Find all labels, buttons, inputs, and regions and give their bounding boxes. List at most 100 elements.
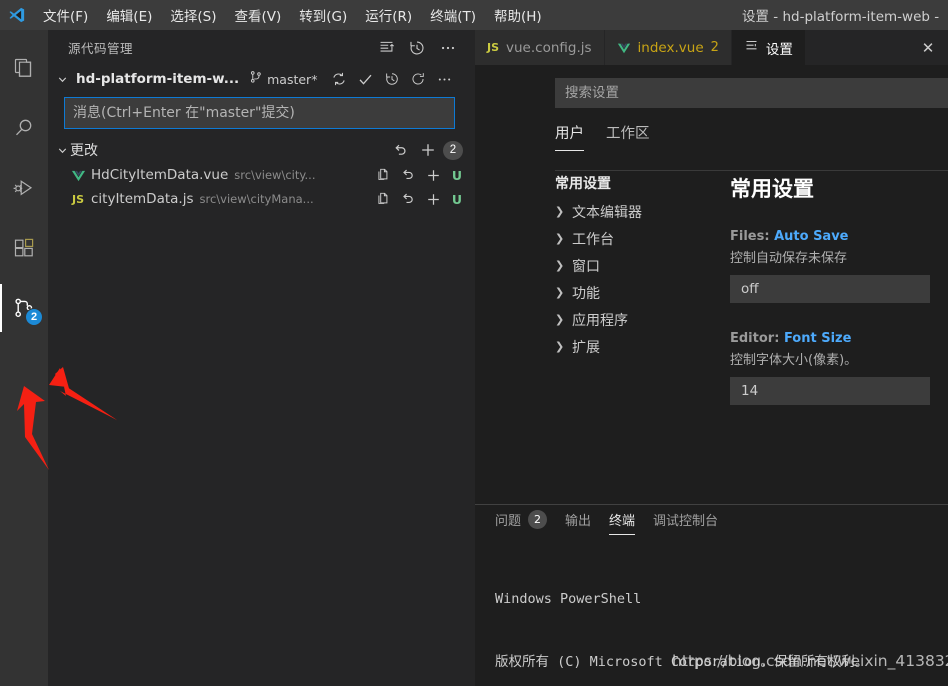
font-size-input[interactable]: 14 xyxy=(730,377,930,405)
menu-file[interactable]: 文件(F) xyxy=(34,2,97,28)
file-row-actions: U xyxy=(375,167,463,184)
stage-changes-icon[interactable] xyxy=(425,167,442,184)
panel-tab-problems[interactable]: 问题 2 xyxy=(495,510,548,535)
toc-header: 常用设置 xyxy=(555,176,611,192)
auto-save-dropdown[interactable]: off xyxy=(730,275,930,303)
setting-editor-font-size: Editor: Font Size 控制字体大小(像素)。 14 xyxy=(730,331,948,405)
toc-item-workbench[interactable]: ❯ 工作台 xyxy=(555,225,723,252)
panel-tab-debug-console[interactable]: 调试控制台 xyxy=(653,510,718,535)
file-status-badge: U xyxy=(451,167,463,183)
tab-user[interactable]: 用户 xyxy=(555,122,584,151)
menu-help[interactable]: 帮助(H) xyxy=(485,2,551,28)
file-name: HdCityItemData.vue xyxy=(91,167,229,183)
refresh-icon[interactable] xyxy=(410,71,426,87)
git-branch-icon xyxy=(249,70,263,89)
panel-tab-terminal[interactable]: 终端 xyxy=(609,510,636,535)
list-item[interactable]: HdCityItemData.vue src\view\city... U xyxy=(48,163,475,187)
repository-actions xyxy=(331,71,453,88)
setting-key: Files: Auto Save xyxy=(730,229,948,244)
tab-vue-config-js[interactable]: JS vue.config.js xyxy=(475,30,605,65)
view-as-list-icon[interactable] xyxy=(378,39,395,56)
tab-label: index.vue xyxy=(637,39,704,56)
toc-item-extensions[interactable]: ❯ 扩展 xyxy=(555,333,723,360)
tab-label: 设置 xyxy=(765,41,793,58)
branch-indicator[interactable]: master* xyxy=(249,70,317,89)
settings-list: 常用设置 Files: Auto Save 控制自动保存未保存 off Edit… xyxy=(723,173,948,433)
file-row-actions: U xyxy=(375,191,463,208)
settings-editor: 用户 工作区 常用设置 ❯ 文本编辑器 ❯ 工作台 ❯ xyxy=(475,65,948,504)
settings-divider xyxy=(555,170,948,171)
tab-index-vue[interactable]: index.vue 2 xyxy=(604,30,732,65)
sidebar-header-actions xyxy=(378,39,467,57)
sidebar-header: 源代码管理 xyxy=(48,30,475,65)
panel-tab-output[interactable]: 输出 xyxy=(565,510,591,535)
activity-item-explorer[interactable] xyxy=(0,44,48,92)
settings-icon xyxy=(744,38,759,57)
chevron-down-icon[interactable] xyxy=(54,73,70,86)
editor-area: JS vue.config.js index.vue 2 设置 ✕ 搜索设置 用… xyxy=(475,30,948,686)
setting-description: 控制字体大小(像素)。 xyxy=(730,353,858,368)
sync-icon[interactable] xyxy=(331,71,347,87)
more-actions-icon[interactable] xyxy=(436,71,453,88)
discard-all-changes-icon[interactable] xyxy=(392,142,409,159)
editor-tab-bar: JS vue.config.js index.vue 2 设置 ✕ xyxy=(475,30,948,65)
toc-item-label: 扩展 xyxy=(572,339,600,356)
tab-settings[interactable]: 设置 xyxy=(731,30,806,65)
chevron-right-icon: ❯ xyxy=(555,313,565,326)
changes-group-header[interactable]: 更改 2 xyxy=(48,137,475,163)
branch-name: master* xyxy=(267,71,318,87)
open-file-icon[interactable] xyxy=(375,191,391,207)
repository-name: hd-platform-item-w... xyxy=(76,71,240,87)
sidebar-title: 源代码管理 xyxy=(68,41,134,56)
discard-changes-icon[interactable] xyxy=(400,191,416,207)
file-path: src\view\city... xyxy=(234,168,316,182)
menu-terminal[interactable]: 终端(T) xyxy=(421,2,485,28)
changes-group-label: 更改 xyxy=(70,143,98,159)
toc-item-features[interactable]: ❯ 功能 xyxy=(555,279,723,306)
run-and-debug-icon xyxy=(12,176,36,200)
extensions-icon xyxy=(12,236,36,260)
search-input[interactable] xyxy=(555,78,948,108)
commit-message-input[interactable] xyxy=(64,97,455,129)
stage-changes-icon[interactable] xyxy=(425,191,442,208)
toc-item-text-editor[interactable]: ❯ 文本编辑器 xyxy=(555,198,723,225)
toc-item-label: 工作台 xyxy=(572,231,614,248)
menu-go[interactable]: 转到(G) xyxy=(290,2,356,28)
tab-label: vue.config.js xyxy=(506,39,592,56)
panel-tab-label: 问题 xyxy=(495,514,522,529)
toc-item-window[interactable]: ❯ 窗口 xyxy=(555,252,723,279)
discard-changes-icon[interactable] xyxy=(400,167,416,183)
title-bar: 文件(F) 编辑(E) 选择(S) 查看(V) 转到(G) 运行(R) 终端(T… xyxy=(0,0,948,30)
list-item[interactable]: JS cityItemData.js src\view\cityMana... xyxy=(48,187,475,211)
activity-bar: 2 xyxy=(0,30,48,686)
file-name: cityItemData.js xyxy=(91,191,194,207)
search-icon xyxy=(12,116,36,140)
menu-edit[interactable]: 编辑(E) xyxy=(97,2,161,28)
settings-heading: 常用设置 xyxy=(730,177,814,201)
activity-item-run-and-debug[interactable] xyxy=(0,164,48,212)
toc-item-application[interactable]: ❯ 应用程序 xyxy=(555,306,723,333)
vue-file-icon xyxy=(617,41,631,55)
commit-check-icon[interactable] xyxy=(357,71,374,88)
menu-selection[interactable]: 选择(S) xyxy=(161,2,225,28)
menu-view[interactable]: 查看(V) xyxy=(226,2,291,28)
source-control-badge: 2 xyxy=(25,308,43,326)
open-file-icon[interactable] xyxy=(375,167,391,183)
activity-item-extensions[interactable] xyxy=(0,224,48,272)
chevron-right-icon: ❯ xyxy=(555,232,565,245)
menu-run[interactable]: 运行(R) xyxy=(356,2,421,28)
file-path: src\view\cityMana... xyxy=(199,192,314,206)
settings-scope-tabs: 用户 工作区 xyxy=(555,122,948,151)
more-actions-icon[interactable] xyxy=(439,39,457,57)
panel-tab-bar: 问题 2 输出 终端 调试控制台 xyxy=(475,505,948,540)
stage-all-changes-icon[interactable] xyxy=(419,141,437,159)
tab-workspace[interactable]: 工作区 xyxy=(606,122,650,151)
changes-group-actions xyxy=(392,141,437,159)
close-icon[interactable]: ✕ xyxy=(908,30,948,65)
history-icon[interactable] xyxy=(408,39,426,57)
history-icon[interactable] xyxy=(384,71,400,87)
chevron-down-icon[interactable] xyxy=(54,144,70,157)
repository-row[interactable]: hd-platform-item-w... master* xyxy=(48,65,475,93)
activity-item-search[interactable] xyxy=(0,104,48,152)
activity-item-source-control[interactable]: 2 xyxy=(0,284,48,332)
